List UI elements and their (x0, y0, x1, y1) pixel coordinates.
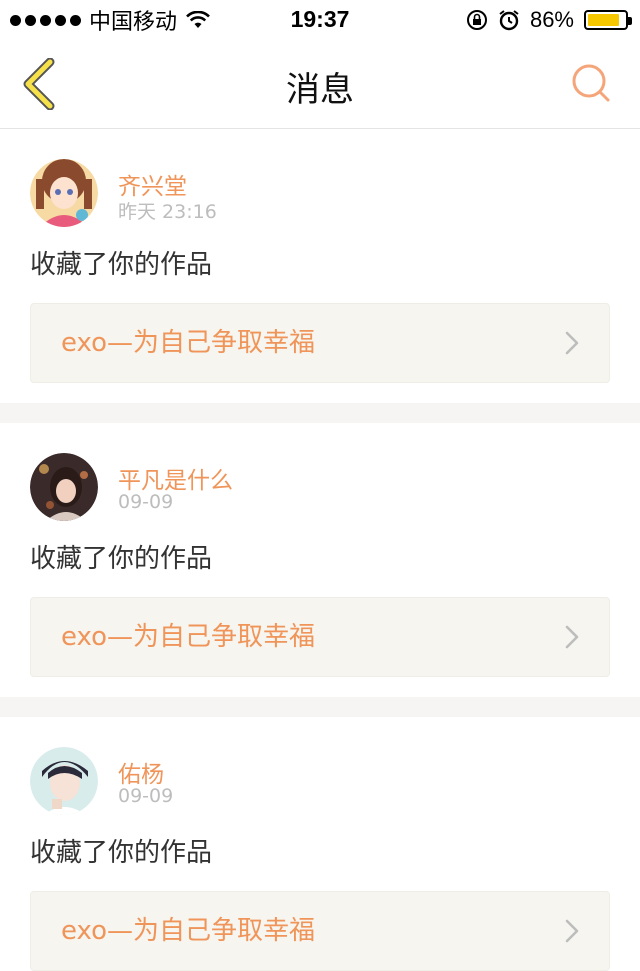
chevron-right-icon (565, 331, 579, 355)
message-header: 平凡是什么 09-09 (30, 423, 610, 521)
section-separator (0, 403, 640, 423)
work-link[interactable]: exo—为自己争取幸福 (30, 891, 610, 971)
work-link[interactable]: exo—为自己争取幸福 (30, 303, 610, 383)
message-action: 收藏了你的作品 (30, 250, 213, 280)
message-card: 齐兴堂 昨天 23:16 收藏了你的作品 exo—为自己争取幸福 (0, 129, 640, 403)
work-title: exo—为自己争取幸福 (61, 328, 316, 358)
section-separator (0, 697, 640, 717)
message-card: 佑杨 09-09 收藏了你的作品 exo—为自己争取幸福 (0, 717, 640, 971)
page-title: 消息 (286, 70, 354, 110)
battery-level (588, 14, 619, 26)
status-right: 86% (466, 6, 632, 34)
orientation-lock-icon (466, 10, 487, 30)
avatar[interactable] (30, 159, 98, 227)
message-time: 09-09 (118, 785, 174, 807)
work-title: exo—为自己争取幸福 (61, 622, 316, 652)
message-time: 09-09 (118, 491, 174, 513)
battery-percent: 86% (529, 7, 574, 32)
alarm-icon (499, 10, 519, 31)
nav-bar: 消息 (0, 40, 640, 129)
message-time: 昨天 23:16 (118, 201, 217, 223)
user-name[interactable]: 佑杨 (118, 755, 164, 789)
chevron-right-icon (565, 919, 579, 943)
avatar[interactable] (30, 747, 98, 815)
avatar[interactable] (30, 453, 98, 521)
message-header: 齐兴堂 昨天 23:16 (30, 129, 610, 227)
user-name[interactable]: 平凡是什么 (118, 461, 233, 495)
message-action: 收藏了你的作品 (30, 838, 213, 868)
battery-icon (584, 10, 632, 30)
search-icon (572, 64, 610, 102)
user-name[interactable]: 齐兴堂 (118, 167, 187, 201)
message-card: 平凡是什么 09-09 收藏了你的作品 exo—为自己争取幸福 (0, 423, 640, 697)
chevron-right-icon (565, 625, 579, 649)
message-header: 佑杨 09-09 (30, 717, 610, 815)
message-action: 收藏了你的作品 (30, 544, 213, 574)
search-button[interactable] (570, 62, 614, 106)
work-link[interactable]: exo—为自己争取幸福 (30, 597, 610, 677)
status-bar: 中国移动 19:37 86% (0, 0, 640, 40)
work-title: exo—为自己争取幸福 (61, 916, 316, 946)
